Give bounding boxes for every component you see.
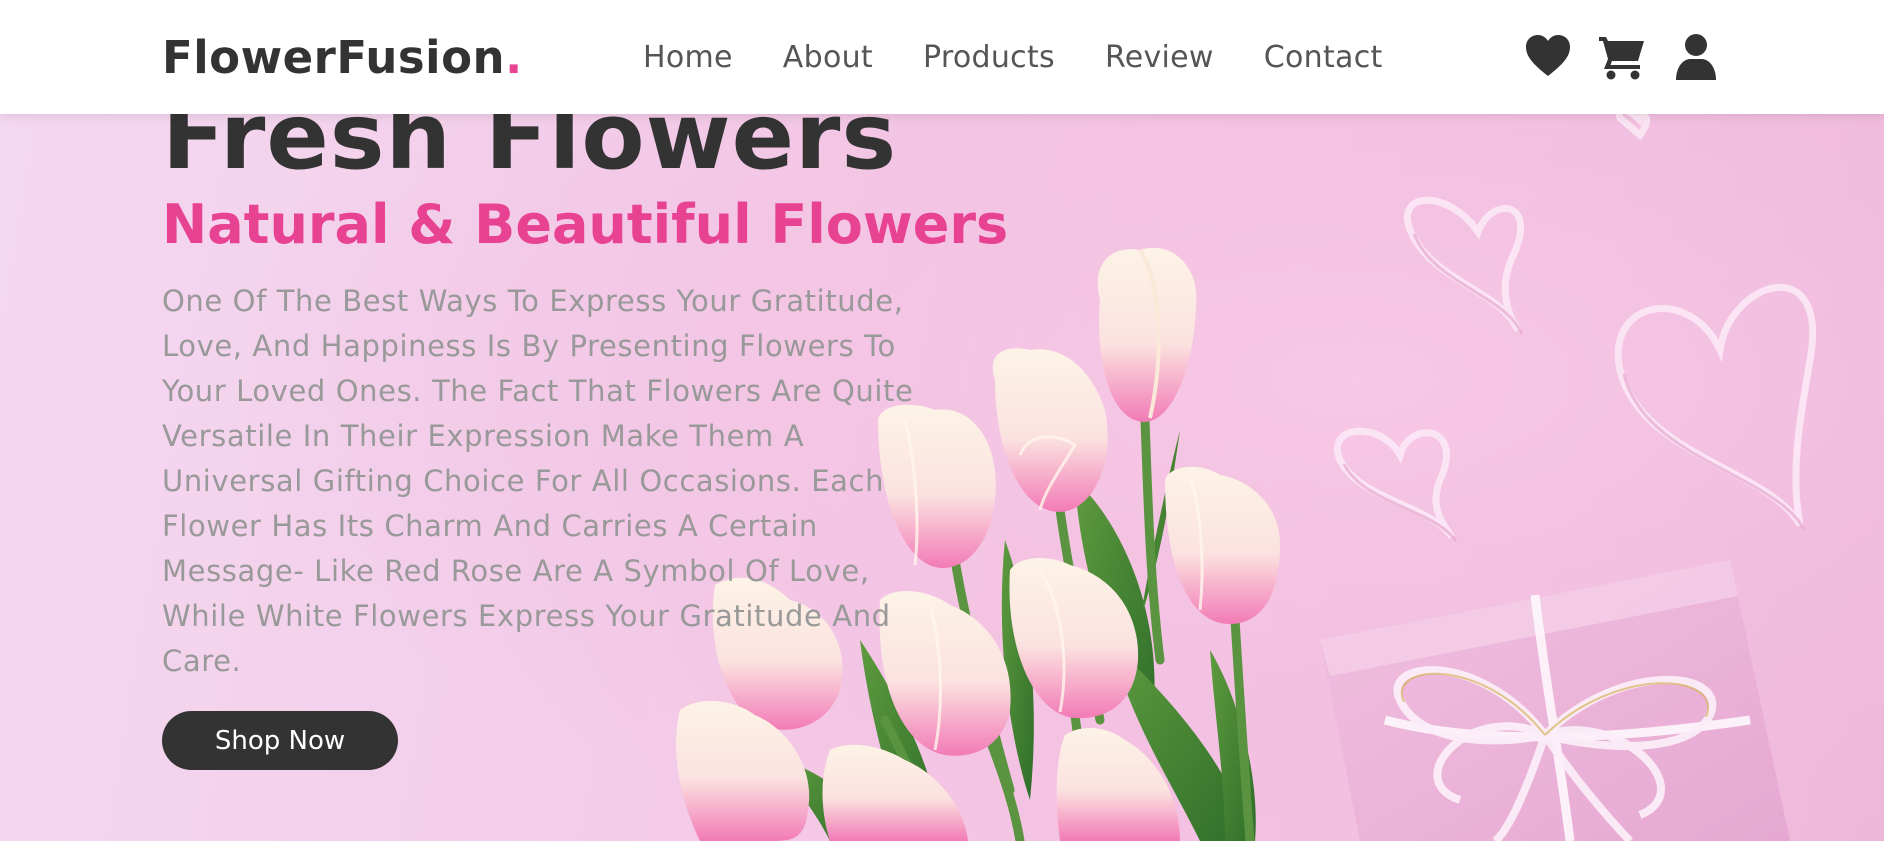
brand-name: FlowerFusion <box>162 31 506 84</box>
nav-link-home[interactable]: Home <box>643 36 733 80</box>
nav-link-about[interactable]: About <box>783 36 873 80</box>
hero-subtitle: Natural & Beautiful Flowers <box>162 193 1009 256</box>
hero-description: One Of The Best Ways To Express Your Gra… <box>162 284 914 678</box>
shop-now-button[interactable]: Shop Now <box>162 711 398 770</box>
shopping-cart-icon[interactable] <box>1598 33 1646 81</box>
nav-links: Home About Products Review Contact <box>643 36 1433 80</box>
brand-logo[interactable]: FlowerFusion. <box>162 30 523 86</box>
nav-icons <box>1524 33 1720 81</box>
brand-dot: . <box>505 31 523 84</box>
navbar: FlowerFusion. Home About Products Review… <box>0 0 1884 114</box>
nav-link-review[interactable]: Review <box>1105 36 1214 80</box>
nav-link-products[interactable]: Products <box>923 36 1055 80</box>
user-icon[interactable] <box>1672 33 1720 81</box>
heart-icon[interactable] <box>1524 33 1572 81</box>
nav-link-contact[interactable]: Contact <box>1264 36 1383 80</box>
